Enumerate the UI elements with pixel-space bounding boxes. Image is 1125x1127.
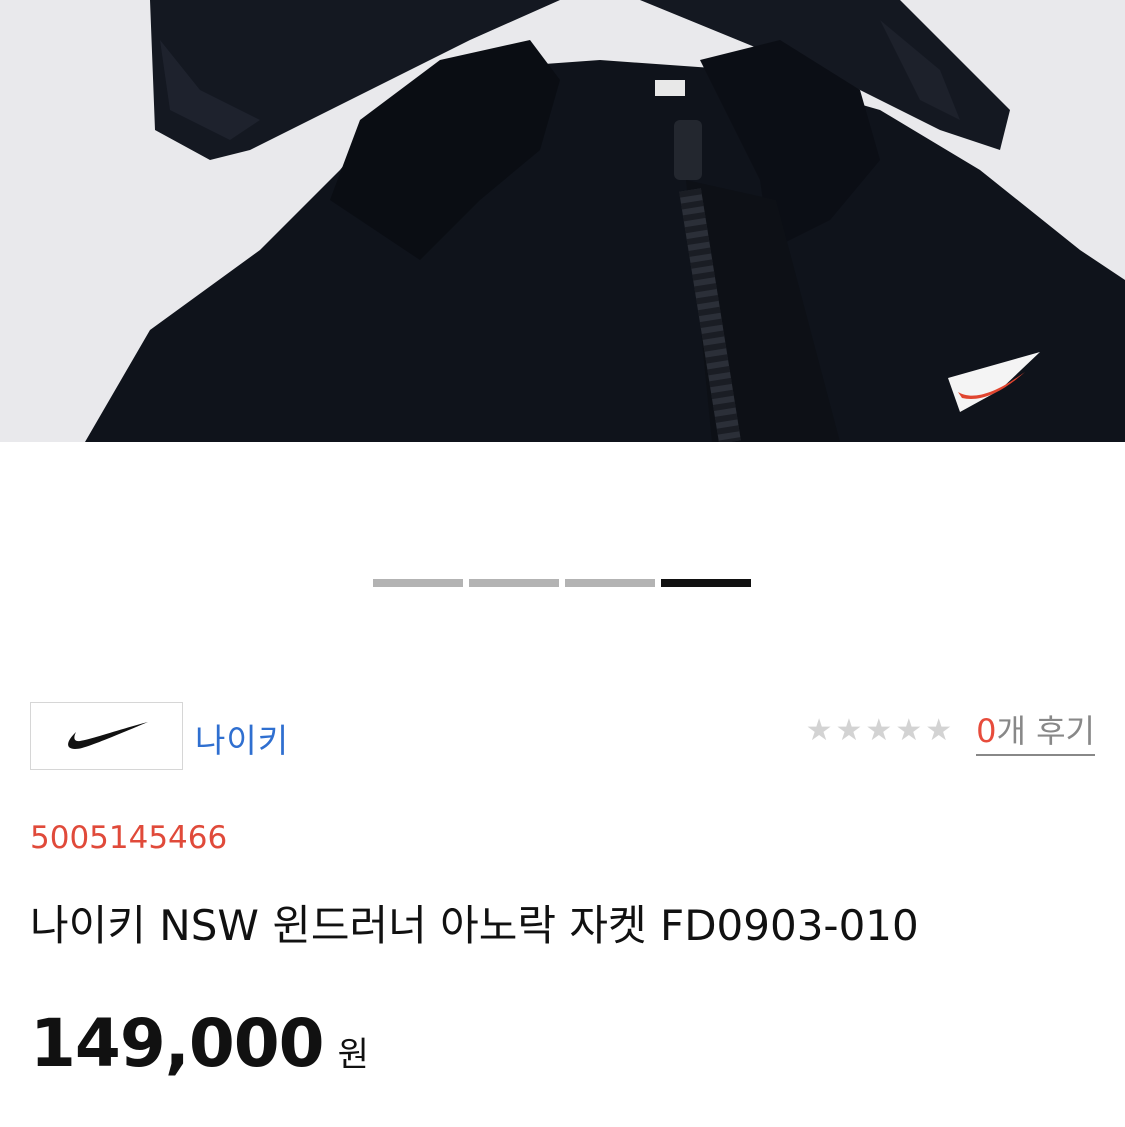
star-icon: ★ bbox=[865, 713, 893, 748]
product-price: 149,000 원 bbox=[30, 1005, 369, 1082]
pager-dot-3[interactable] bbox=[565, 579, 655, 587]
star-icon: ★ bbox=[925, 713, 953, 748]
rating-summary[interactable]: ★ ★ ★ ★ ★ 0개 후기 bbox=[806, 706, 1095, 756]
review-link[interactable]: 0개 후기 bbox=[976, 706, 1095, 756]
swoosh-logo-icon bbox=[67, 722, 148, 749]
brand-row: 나이키 ★ ★ ★ ★ ★ 0개 후기 bbox=[30, 702, 1095, 770]
review-count: 0 bbox=[976, 712, 997, 750]
star-icon: ★ bbox=[895, 713, 923, 748]
pager-dot-1[interactable] bbox=[373, 579, 463, 587]
price-currency: 원 bbox=[337, 1035, 369, 1075]
product-image[interactable] bbox=[0, 0, 1125, 442]
pager-dot-2[interactable] bbox=[469, 579, 559, 587]
star-icon: ★ bbox=[805, 713, 833, 748]
image-pager[interactable] bbox=[373, 579, 751, 587]
price-value: 149,000 bbox=[30, 1005, 325, 1082]
product-code: 5005145466 bbox=[30, 820, 228, 856]
star-icon: ★ bbox=[835, 713, 863, 748]
brand-name-link[interactable]: 나이키 bbox=[195, 714, 289, 762]
brand-logo[interactable] bbox=[30, 702, 183, 770]
review-suffix: 개 후기 bbox=[996, 712, 1096, 750]
pager-dot-4-active[interactable] bbox=[661, 579, 751, 587]
product-title: 나이키 NSW 윈드러너 아노락 자켓 FD0903-010 bbox=[30, 901, 919, 950]
jacket-photo bbox=[0, 0, 1125, 442]
star-rating: ★ ★ ★ ★ ★ bbox=[806, 716, 953, 746]
